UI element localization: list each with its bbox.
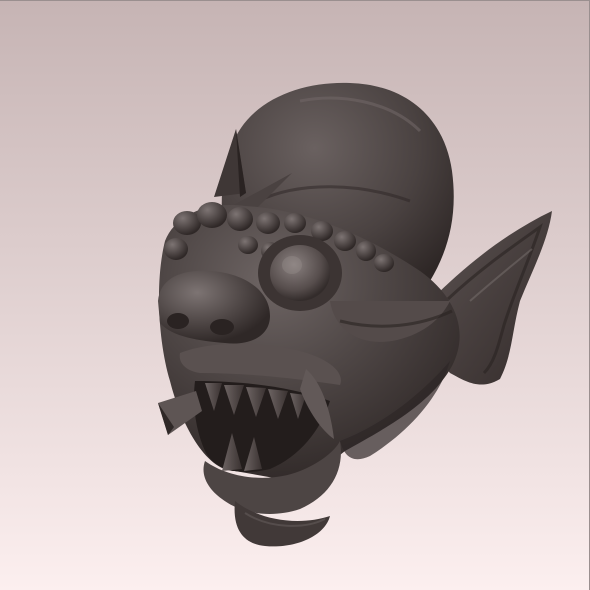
sculpt-render bbox=[0, 1, 589, 590]
render-viewport[interactable] bbox=[0, 0, 590, 590]
eye bbox=[270, 245, 330, 301]
